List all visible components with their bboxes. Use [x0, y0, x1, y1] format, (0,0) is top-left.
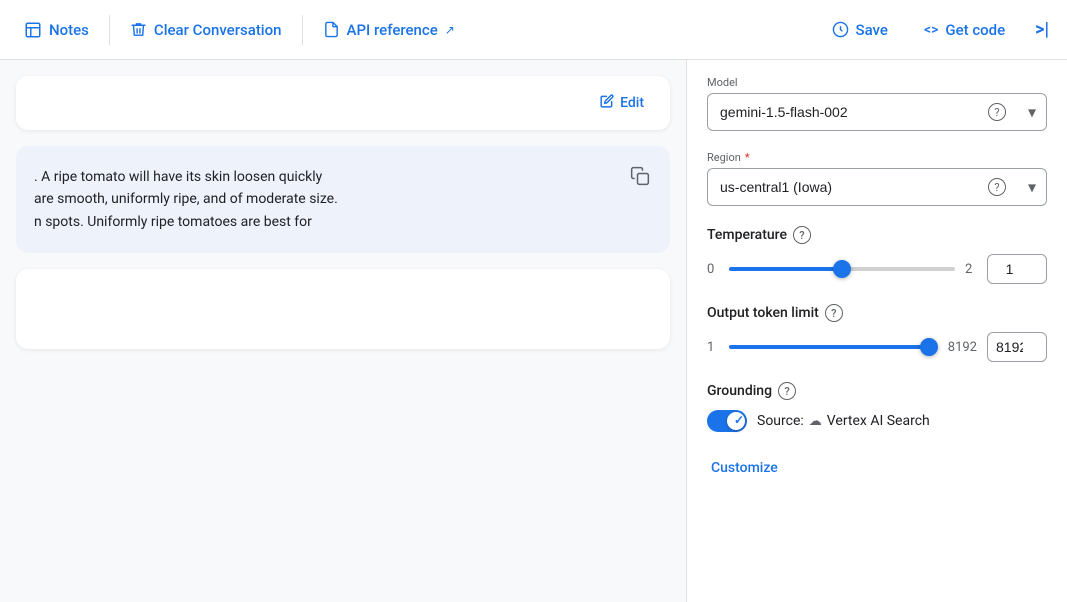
temperature-slider-row: 0 2 [707, 254, 1047, 284]
toolbar-divider-2 [302, 15, 303, 45]
clear-conversation-button[interactable]: Clear Conversation [114, 13, 298, 47]
token-number-input[interactable] [987, 332, 1047, 362]
api-reference-button[interactable]: API reference ↗ [307, 13, 471, 47]
notes-button[interactable]: Notes [8, 13, 105, 47]
left-panel: Edit . A ripe tomato will have its skin … [0, 60, 687, 602]
temperature-title: Temperature ? [707, 226, 1047, 244]
token-help-icon[interactable]: ? [825, 304, 843, 322]
customize-button[interactable]: Customize [707, 452, 782, 484]
save-icon [832, 21, 849, 38]
temperature-number-input[interactable] [987, 254, 1047, 284]
edit-label: Edit [620, 95, 644, 111]
grounding-toggle[interactable]: ✓ [707, 410, 747, 432]
region-required: * [745, 151, 750, 164]
clear-label: Clear Conversation [154, 21, 282, 39]
right-panel: Model gemini-1.5-flash-002 gemini-1.5-pr… [687, 60, 1067, 602]
notes-icon [24, 21, 42, 39]
toggle-check-icon: ✓ [734, 413, 744, 427]
grounding-toggle-row: ✓ Source: ☁ Vertex AI Search [707, 410, 1047, 432]
save-button[interactable]: Save [816, 13, 904, 47]
token-slider-row: 1 8192 [707, 332, 1047, 362]
grounding-field-group: Grounding ? ✓ Source: ☁ Vertex AI Search [707, 382, 1047, 432]
model-help-icon[interactable]: ? [988, 103, 1006, 121]
temperature-max-label: 2 [965, 262, 977, 277]
toolbar-divider-1 [109, 15, 110, 45]
token-max-label: 8192 [948, 340, 977, 355]
response-text: . A ripe tomato will have its skin loose… [34, 166, 652, 233]
external-link-icon: ↗ [445, 23, 455, 37]
token-slider[interactable] [729, 345, 938, 349]
region-label: Region * [707, 151, 1047, 164]
get-code-label: Get code [945, 21, 1005, 39]
source-label: Source: ☁ Vertex AI Search [757, 413, 930, 429]
model-select-wrapper: gemini-1.5-flash-002 gemini-1.5-pro-002 … [707, 93, 1047, 131]
temperature-help-icon[interactable]: ? [793, 226, 811, 244]
grounding-title: Grounding ? [707, 382, 1047, 400]
region-help-icon[interactable]: ? [988, 178, 1006, 196]
temperature-slider[interactable] [729, 267, 955, 271]
model-label: Model [707, 76, 1047, 89]
notes-label: Notes [49, 21, 89, 39]
edit-button[interactable]: Edit [592, 90, 652, 116]
trash-icon [130, 21, 147, 38]
main-layout: Edit . A ripe tomato will have its skin … [0, 60, 1067, 602]
grounding-help-icon[interactable]: ? [778, 382, 796, 400]
api-icon [323, 21, 340, 38]
toolbar: Notes Clear Conversation API reference ↗ [0, 0, 1067, 60]
edit-icon [600, 94, 614, 112]
temperature-field-group: Temperature ? 0 2 [707, 226, 1047, 284]
model-field-group: Model gemini-1.5-flash-002 gemini-1.5-pr… [707, 76, 1047, 131]
api-label: API reference [347, 21, 438, 39]
response-card: . A ripe tomato will have its skin loose… [16, 146, 670, 253]
collapse-icon: >| [1035, 19, 1049, 40]
toggle-track: ✓ [707, 410, 747, 432]
save-label: Save [856, 21, 888, 39]
get-code-button[interactable]: <> Get code [908, 13, 1021, 47]
region-field-group: Region * us-central1 (Iowa) us-east1 eur… [707, 151, 1047, 206]
temperature-min-label: 0 [707, 262, 719, 277]
copy-button[interactable] [624, 160, 656, 197]
region-select-wrapper: us-central1 (Iowa) us-east1 europe-west1… [707, 168, 1047, 206]
collapse-panel-button[interactable]: >| [1025, 11, 1059, 48]
toolbar-right: Save <> Get code >| [816, 11, 1060, 48]
input-card[interactable] [16, 269, 670, 349]
vertex-icon: ☁ [809, 414, 822, 429]
code-icon: <> [924, 22, 938, 38]
edit-card: Edit [16, 76, 670, 130]
token-field-group: Output token limit ? 1 8192 [707, 304, 1047, 362]
token-title: Output token limit ? [707, 304, 1047, 322]
token-min-label: 1 [707, 340, 719, 355]
